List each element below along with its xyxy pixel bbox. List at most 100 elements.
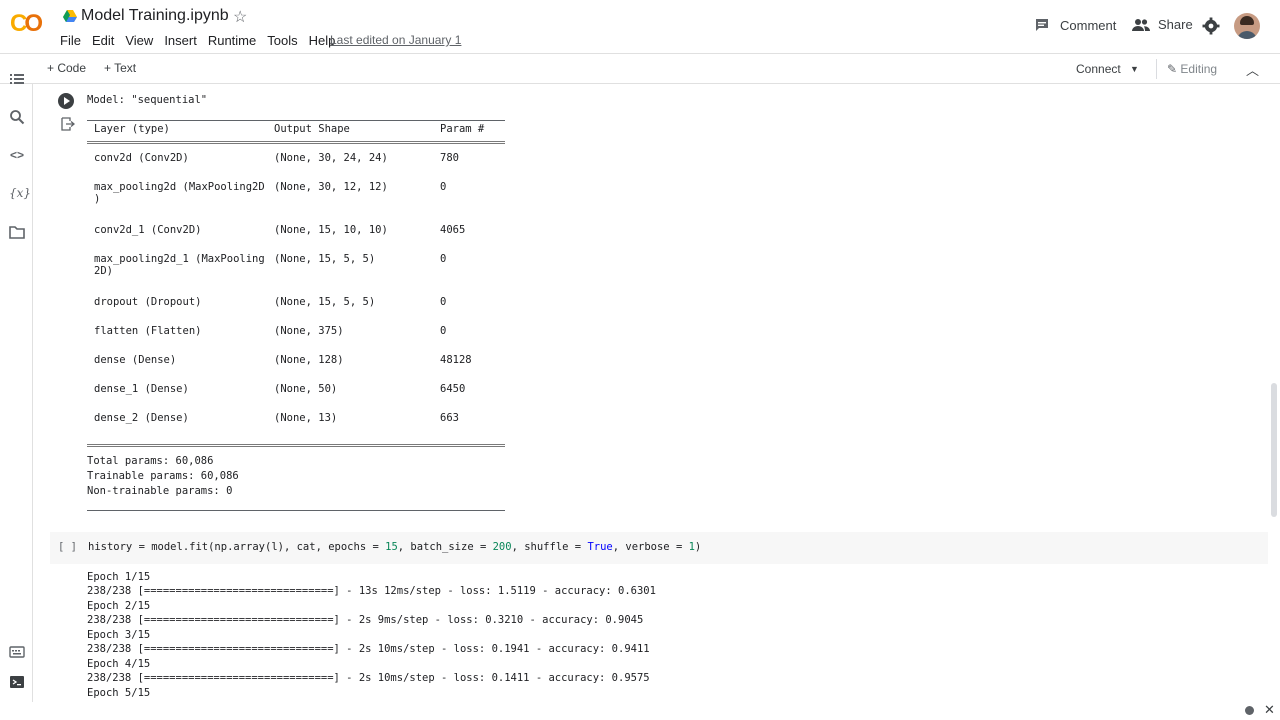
table-cell: 4065 xyxy=(440,224,466,236)
share-button[interactable]: Share xyxy=(1132,17,1193,32)
table-cell: 6450 xyxy=(440,383,466,395)
notebook-content: Model: "sequential" Layer (type) Output … xyxy=(34,84,1268,704)
table-row: dense_2 (Dense) xyxy=(94,412,189,424)
connect-button[interactable]: Connect xyxy=(1076,62,1121,76)
toc-icon[interactable] xyxy=(9,71,25,87)
table-cell: 663 xyxy=(440,412,459,424)
header-params: Param # xyxy=(440,123,485,135)
table-cell: 0 xyxy=(440,181,447,193)
table-cell: (None, 128) xyxy=(274,354,344,366)
log-line: Epoch 3/15 xyxy=(87,629,151,641)
command-palette-icon[interactable] xyxy=(9,644,25,660)
add-text-button[interactable]: + Text xyxy=(104,61,136,75)
add-code-button[interactable]: + Code xyxy=(47,61,86,75)
drive-icon xyxy=(63,10,77,22)
code-token: , batch_size = xyxy=(397,541,493,553)
table-cell: (None, 15, 5, 5) xyxy=(274,253,376,265)
table-rule xyxy=(87,141,505,144)
table-row: dropout (Dropout) xyxy=(94,296,202,308)
table-row: max_pooling2d (MaxPooling2D ) xyxy=(94,181,265,205)
table-cell: (None, 15, 5, 5) xyxy=(274,296,376,308)
table-cell: (None, 50) xyxy=(274,383,338,395)
people-icon xyxy=(1132,18,1150,31)
log-line: 238/238 [==============================]… xyxy=(87,585,656,597)
log-line: 238/238 [==============================]… xyxy=(87,614,644,626)
code-editor[interactable]: history = model.fit(np.array(l), cat, ep… xyxy=(88,541,701,553)
code-token: , verbose = xyxy=(612,541,689,553)
output-actions-icon[interactable] xyxy=(61,117,75,131)
table-cell: (None, 30, 12, 12) xyxy=(274,181,388,193)
code-number: 200 xyxy=(492,541,512,553)
notebook-title[interactable]: Model Training.ipynb xyxy=(81,7,229,25)
toolbar-divider xyxy=(1156,59,1157,79)
editing-mode-button[interactable]: ✎ Editing xyxy=(1167,62,1217,76)
table-row: conv2d (Conv2D) xyxy=(94,152,189,164)
comment-button[interactable]: Comment xyxy=(1034,17,1116,33)
editing-label: Editing xyxy=(1180,62,1218,76)
chevron-down-icon[interactable]: ▼ xyxy=(1130,64,1139,74)
avatar[interactable] xyxy=(1234,13,1260,39)
table-cell: (None, 375) xyxy=(274,325,344,337)
menu-insert[interactable]: Insert xyxy=(164,33,197,48)
total-params: Total params: 60,086 xyxy=(87,455,214,467)
variables-icon[interactable]: {x} xyxy=(9,185,31,201)
gear-icon[interactable] xyxy=(1202,17,1220,35)
close-icon[interactable]: ✕ xyxy=(1264,702,1275,718)
log-line: 238/238 [==============================]… xyxy=(87,643,650,655)
table-rule xyxy=(87,444,505,447)
log-line: 238/238 [==============================]… xyxy=(87,672,650,684)
menu-runtime[interactable]: Runtime xyxy=(208,33,256,48)
menu-edit[interactable]: Edit xyxy=(92,33,114,48)
trainable-params: Trainable params: 60,086 xyxy=(87,470,239,482)
code-snippets-icon[interactable]: <> xyxy=(9,147,25,163)
collapse-header-icon[interactable]: ︿ xyxy=(1246,60,1259,79)
table-row: dense_1 (Dense) xyxy=(94,383,189,395)
star-icon[interactable]: ☆ xyxy=(233,7,247,27)
left-sidebar: <> {x} xyxy=(0,74,33,704)
search-icon[interactable] xyxy=(9,109,25,125)
table-cell: 0 xyxy=(440,253,447,265)
code-token: history = model.fit(np.array(l), cat, ep… xyxy=(88,541,386,553)
status-indicator-icon[interactable] xyxy=(1245,706,1254,715)
table-row: max_pooling2d_1 (MaxPooling 2D) xyxy=(94,253,265,277)
cell-execution-count[interactable]: [ ] xyxy=(58,541,77,553)
app-header: CO Model Training.ipynb ☆ File Edit View… xyxy=(0,0,1280,53)
code-keyword: True xyxy=(587,541,613,553)
comment-label: Comment xyxy=(1060,17,1117,33)
comment-icon xyxy=(1036,19,1048,31)
table-row: conv2d_1 (Conv2D) xyxy=(94,224,202,236)
header-layer: Layer (type) xyxy=(94,123,170,135)
folder-icon[interactable] xyxy=(9,224,25,240)
log-line: Epoch 2/15 xyxy=(87,600,151,612)
log-line: Epoch 1/15 xyxy=(87,571,151,583)
table-cell: 48128 xyxy=(440,354,472,366)
status-bar xyxy=(0,702,1280,720)
header-shape: Output Shape xyxy=(274,123,350,135)
menu-view[interactable]: View xyxy=(125,33,153,48)
table-cell: 780 xyxy=(440,152,459,164)
table-rule xyxy=(87,510,505,511)
table-rule xyxy=(87,120,505,121)
colab-logo[interactable]: CO xyxy=(10,12,48,36)
run-cell-button[interactable] xyxy=(58,93,74,109)
scrollbar-thumb[interactable] xyxy=(1271,383,1277,517)
table-cell: (None, 15, 10, 10) xyxy=(274,224,388,236)
terminal-icon[interactable] xyxy=(9,674,25,690)
table-cell: 0 xyxy=(440,325,447,337)
table-cell: (None, 13) xyxy=(274,412,338,424)
code-token: ) xyxy=(694,541,702,553)
table-row: dense (Dense) xyxy=(94,354,177,366)
log-line: Epoch 5/15 xyxy=(87,687,151,699)
menu-file[interactable]: File xyxy=(60,33,81,48)
model-name-line: Model: "sequential" xyxy=(87,94,208,106)
menu-tools[interactable]: Tools xyxy=(267,33,297,48)
log-line: Epoch 4/15 xyxy=(87,658,151,670)
table-cell: 0 xyxy=(440,296,447,308)
code-number: 15 xyxy=(385,541,398,553)
code-token: , shuffle = xyxy=(511,541,588,553)
non-trainable-params: Non-trainable params: 0 xyxy=(87,485,233,497)
share-label: Share xyxy=(1158,17,1193,32)
last-edited-link[interactable]: Last edited on January 1 xyxy=(330,33,461,47)
table-cell: (None, 30, 24, 24) xyxy=(274,152,388,164)
pencil-icon: ✎ xyxy=(1167,62,1178,76)
